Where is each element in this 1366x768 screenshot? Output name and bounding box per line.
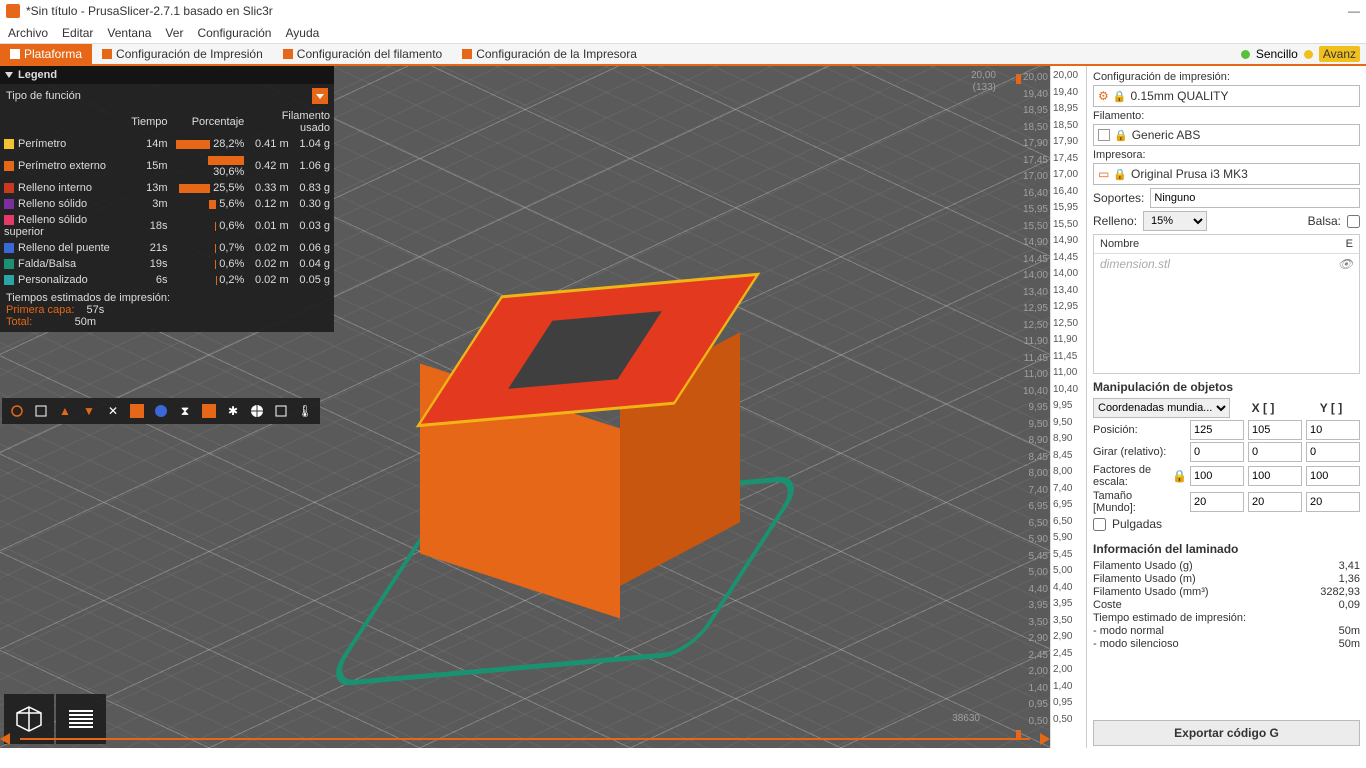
wireframe-icon[interactable] xyxy=(272,402,290,420)
menu-archivo[interactable]: Archivo xyxy=(8,26,48,40)
menu-configuracion[interactable]: Configuración xyxy=(197,26,271,40)
pos-y[interactable] xyxy=(1248,420,1302,440)
list-item: dimension.stl👁 xyxy=(1094,254,1359,274)
print-config-label: Configuración de impresión: xyxy=(1093,71,1360,83)
filament-label: Filamento: xyxy=(1093,110,1360,122)
rot-z[interactable] xyxy=(1306,442,1360,462)
legend-est-label: Tiempos estimados de impresión: xyxy=(6,292,328,304)
legend-row[interactable]: Perímetro14m 28,2%0.41 m1.04 g xyxy=(0,136,334,152)
legend-table: TiempoPorcentajeFilamento usado Perímetr… xyxy=(0,108,334,288)
thermometer-icon[interactable]: 🌡 xyxy=(296,402,314,420)
lock-icon: 🔒 xyxy=(1113,90,1127,103)
legend-row[interactable]: Perímetro externo15m 30,6%0.42 m1.06 g xyxy=(0,152,334,180)
slice-info: Información del laminado Filamento Usado… xyxy=(1087,538,1366,655)
visibility-icon[interactable]: 👁 xyxy=(1338,257,1353,271)
tool-icon-1[interactable]: ✕ xyxy=(104,402,122,420)
inches-checkbox[interactable] xyxy=(1093,518,1106,531)
mode-simple[interactable]: Sencillo xyxy=(1256,47,1298,61)
manip-title: Manipulación de objetos xyxy=(1093,380,1360,394)
pos-x[interactable] xyxy=(1190,420,1244,440)
side-panel: Configuración de impresión: ⚙🔒0.15mm QUA… xyxy=(1086,66,1366,748)
printer-select[interactable]: ▭🔒Original Prusa i3 MK3 xyxy=(1093,163,1360,185)
raft-checkbox[interactable] xyxy=(1347,215,1360,228)
hourglass-icon[interactable]: ⧗ xyxy=(176,402,194,420)
window-title: *Sin título - PrusaSlicer-2.7.1 basado e… xyxy=(26,4,273,18)
model-cube[interactable] xyxy=(420,306,700,586)
tab-config-filamento[interactable]: Configuración del filamento xyxy=(273,44,452,64)
size-x[interactable] xyxy=(1190,492,1244,512)
tab-config-impresora[interactable]: Configuración de la Impresora xyxy=(452,44,647,64)
legend-row[interactable]: Relleno sólido3m 5,6%0.12 m0.30 g xyxy=(0,196,334,212)
size-y[interactable] xyxy=(1248,492,1302,512)
rot-y[interactable] xyxy=(1248,442,1302,462)
ann-top2: (133) xyxy=(973,82,996,93)
slider-handle-top[interactable] xyxy=(1016,74,1021,84)
legend-row[interactable]: Relleno del puente21s 0,7%0.02 m0.06 g xyxy=(0,240,334,256)
legend-feature-type: Tipo de función xyxy=(6,90,81,102)
view-icon-1[interactable] xyxy=(8,402,26,420)
pos-z[interactable] xyxy=(1306,420,1360,440)
legend-panel: Legend Tipo de función TiempoPorcentajeF… xyxy=(0,66,334,332)
object-manipulation: Manipulación de objetos Coordenadas mund… xyxy=(1087,376,1366,538)
raft-label: Balsa: xyxy=(1308,214,1341,228)
scale-z[interactable] xyxy=(1306,466,1360,486)
object-list[interactable]: NombreE dimension.stl👁 xyxy=(1093,234,1360,374)
legend-row[interactable]: Relleno interno13m 25,5%0.33 m0.83 g xyxy=(0,180,334,196)
tabbar: Plataforma Configuración de Impresión Co… xyxy=(0,44,1366,66)
horizontal-slider[interactable] xyxy=(0,730,1050,748)
center-icon[interactable] xyxy=(248,402,266,420)
menu-ventana[interactable]: Ventana xyxy=(107,26,151,40)
legend-row[interactable]: Falda/Balsa19s 0,6%0.02 m0.04 g xyxy=(0,256,334,272)
layers-up-icon[interactable]: ▲ xyxy=(56,402,74,420)
legend-dropdown[interactable] xyxy=(312,88,328,104)
mode-advanced[interactable]: Avanz xyxy=(1319,46,1360,62)
supports-select[interactable] xyxy=(1150,188,1360,208)
export-gcode-button[interactable]: Exportar código G xyxy=(1093,720,1360,746)
tab-plataforma[interactable]: Plataforma xyxy=(0,44,92,64)
menubar: Archivo Editar Ventana Ver Configuración… xyxy=(0,22,1366,44)
layers-down-icon[interactable]: ▼ xyxy=(80,402,98,420)
legend-row[interactable]: Relleno sólido superior18s 0,6%0.01 m0.0… xyxy=(0,212,334,240)
infill-select[interactable]: 15% xyxy=(1143,211,1207,231)
ann-top: 20,00 xyxy=(971,70,996,81)
mode-adv-dot xyxy=(1304,50,1313,59)
view-toolbar: ▲ ▼ ✕ ⧗ ✱ 🌡 xyxy=(2,398,320,424)
size-z[interactable] xyxy=(1306,492,1360,512)
mode-simple-dot xyxy=(1241,50,1250,59)
app-icon xyxy=(6,4,20,18)
legend-row[interactable]: Personalizado6s 0,2%0.02 m0.05 g xyxy=(0,272,334,288)
rot-x[interactable] xyxy=(1190,442,1244,462)
info-title: Información del laminado xyxy=(1093,542,1360,556)
ann-br: 38630 xyxy=(952,713,980,724)
filament-select[interactable]: 🔒Generic ABS xyxy=(1093,124,1360,146)
scale-y[interactable] xyxy=(1248,466,1302,486)
fan-icon[interactable]: ✱ xyxy=(224,402,242,420)
menu-ver[interactable]: Ver xyxy=(165,26,183,40)
layer-slider[interactable]: 20,0019,4018,9518,5017,9017,4517,0016,40… xyxy=(1016,66,1050,748)
legend-title[interactable]: Legend xyxy=(18,69,57,81)
z-ruler: 20,0019,4018,9518,5017,9017,4517,0016,40… xyxy=(1050,66,1086,748)
coord-system-select[interactable]: Coordenadas mundia... xyxy=(1093,398,1230,418)
menu-editar[interactable]: Editar xyxy=(62,26,93,40)
hslider-handle-left[interactable] xyxy=(0,733,10,745)
printer-label: Impresora: xyxy=(1093,149,1360,161)
tab-config-impresion[interactable]: Configuración de Impresión xyxy=(92,44,273,64)
menu-ayuda[interactable]: Ayuda xyxy=(285,26,319,40)
viewport-3d[interactable]: Legend Tipo de función TiempoPorcentajeF… xyxy=(0,66,1050,748)
scale-x[interactable] xyxy=(1190,466,1244,486)
view-icon-2[interactable] xyxy=(32,402,50,420)
supports-label: Soportes: xyxy=(1093,191,1144,205)
hslider-handle-right[interactable] xyxy=(1040,733,1050,745)
print-config-select[interactable]: ⚙🔒0.15mm QUALITY xyxy=(1093,85,1360,107)
titlebar: *Sin título - PrusaSlicer-2.7.1 basado e… xyxy=(0,0,1366,22)
tool-icon-2[interactable] xyxy=(128,402,146,420)
lock-icon: 🔒 xyxy=(1113,168,1127,181)
lock-icon: 🔒 xyxy=(1172,469,1186,483)
tool-icon-3[interactable] xyxy=(200,402,218,420)
minimize-button[interactable]: — xyxy=(1348,4,1360,18)
color-icon[interactable] xyxy=(152,402,170,420)
lock-icon: 🔒 xyxy=(1114,129,1128,142)
infill-label: Relleno: xyxy=(1093,214,1137,228)
